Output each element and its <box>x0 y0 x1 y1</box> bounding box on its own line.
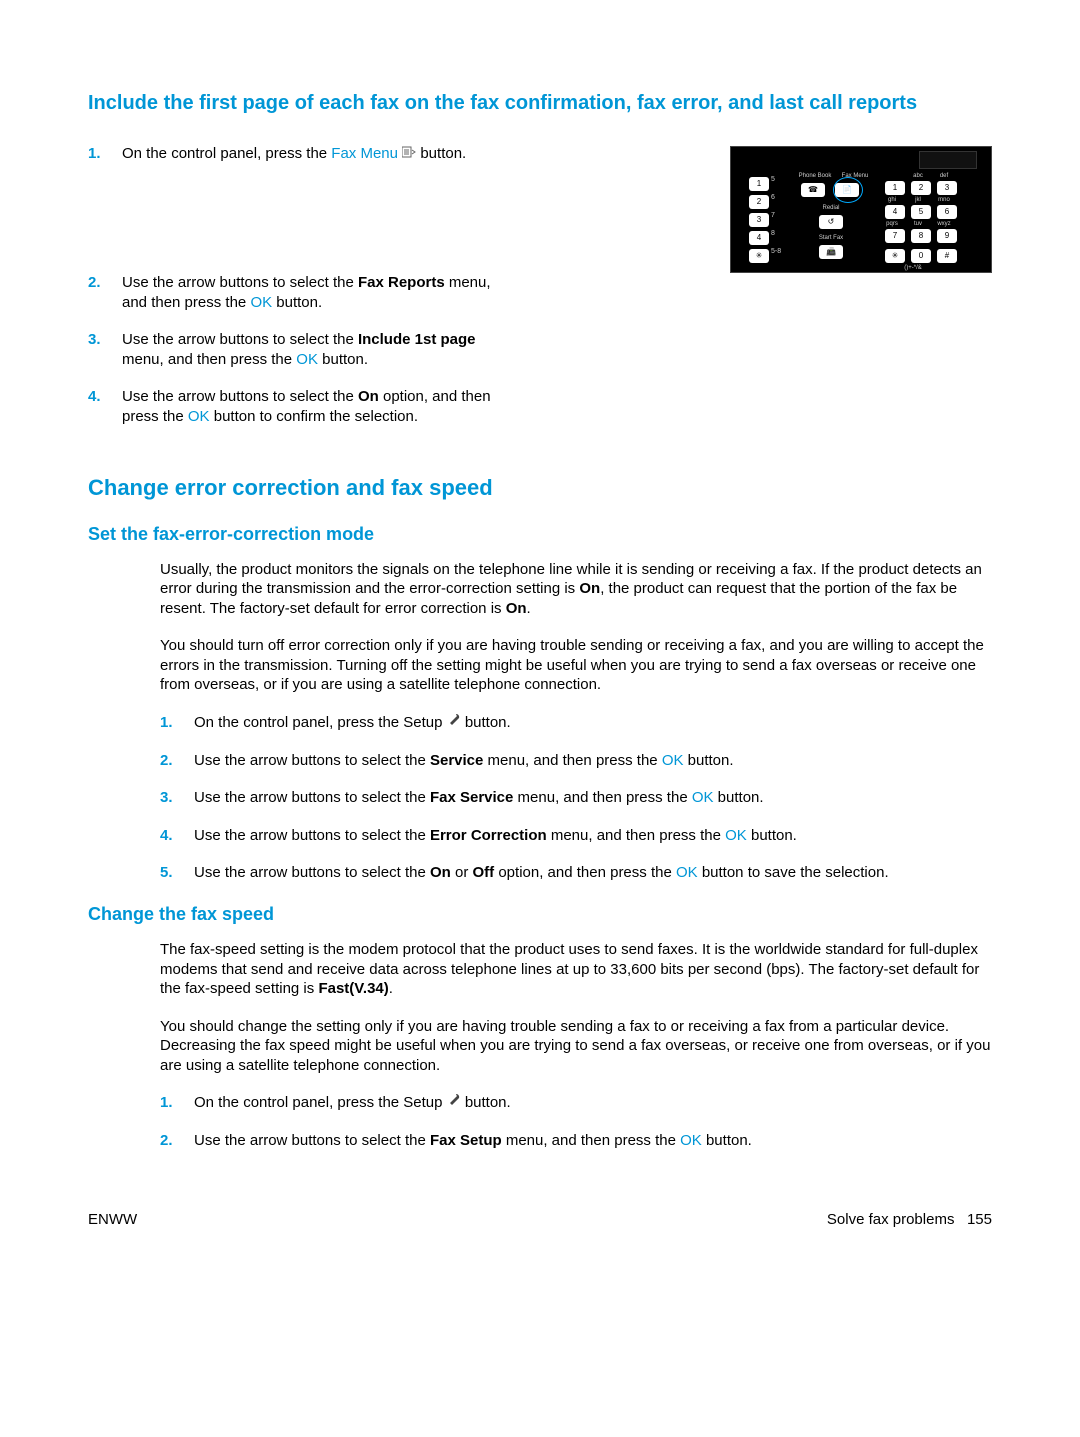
fax-menu-link: Fax Menu <box>331 145 398 162</box>
paragraph: The fax-speed setting is the modem proto… <box>160 940 992 999</box>
step-item: Use the arrow buttons to select the Fax … <box>88 273 508 312</box>
control-panel-figure: 15 26 37 48 ✳5-8 Phone Book Fax Menu ☎ 📄… <box>730 146 992 273</box>
step-item: Use the arrow buttons to select the On o… <box>88 387 508 426</box>
steps-list-1: On the control panel, press the Fax Menu… <box>88 144 690 164</box>
subheading-set-fax-error-correction: Set the fax-error-correction mode <box>88 523 992 546</box>
paragraph: Usually, the product monitors the signal… <box>160 560 992 619</box>
paragraph: You should change the setting only if yo… <box>160 1017 992 1076</box>
paragraph: You should turn off error correction onl… <box>160 636 992 695</box>
step-item: Use the arrow buttons to select the Fax … <box>160 1131 992 1151</box>
step-item: On the control panel, press the Fax Menu… <box>88 144 690 164</box>
fax-menu-icon <box>402 144 416 164</box>
steps-list-2: On the control panel, press the Setup bu… <box>160 713 992 883</box>
step-item: On the control panel, press the Setup bu… <box>160 1093 992 1113</box>
step-item: Use the arrow buttons to select the On o… <box>160 863 992 883</box>
section-heading-include-first-page: Include the first page of each fax on th… <box>88 90 992 116</box>
steps-list-3: On the control panel, press the Setup bu… <box>160 1093 992 1150</box>
step-item: Use the arrow buttons to select the Fax … <box>160 788 992 808</box>
subheading-change-fax-speed: Change the fax speed <box>88 903 992 926</box>
step-item: On the control panel, press the Setup bu… <box>160 713 992 733</box>
wrench-icon <box>447 1093 461 1113</box>
step-item: Use the arrow buttons to select the Erro… <box>160 826 992 846</box>
section-heading-change-error-correction: Change error correction and fax speed <box>88 474 992 503</box>
step-item: Use the arrow buttons to select the Serv… <box>160 751 992 771</box>
page-footer: ENWW Solve fax problems 155 <box>88 1210 992 1230</box>
step-item: Use the arrow buttons to select the Incl… <box>88 330 508 369</box>
footer-right: Solve fax problems 155 <box>827 1210 992 1230</box>
footer-left: ENWW <box>88 1210 137 1230</box>
steps-list-1b: Use the arrow buttons to select the Fax … <box>88 273 508 426</box>
wrench-icon <box>447 713 461 733</box>
